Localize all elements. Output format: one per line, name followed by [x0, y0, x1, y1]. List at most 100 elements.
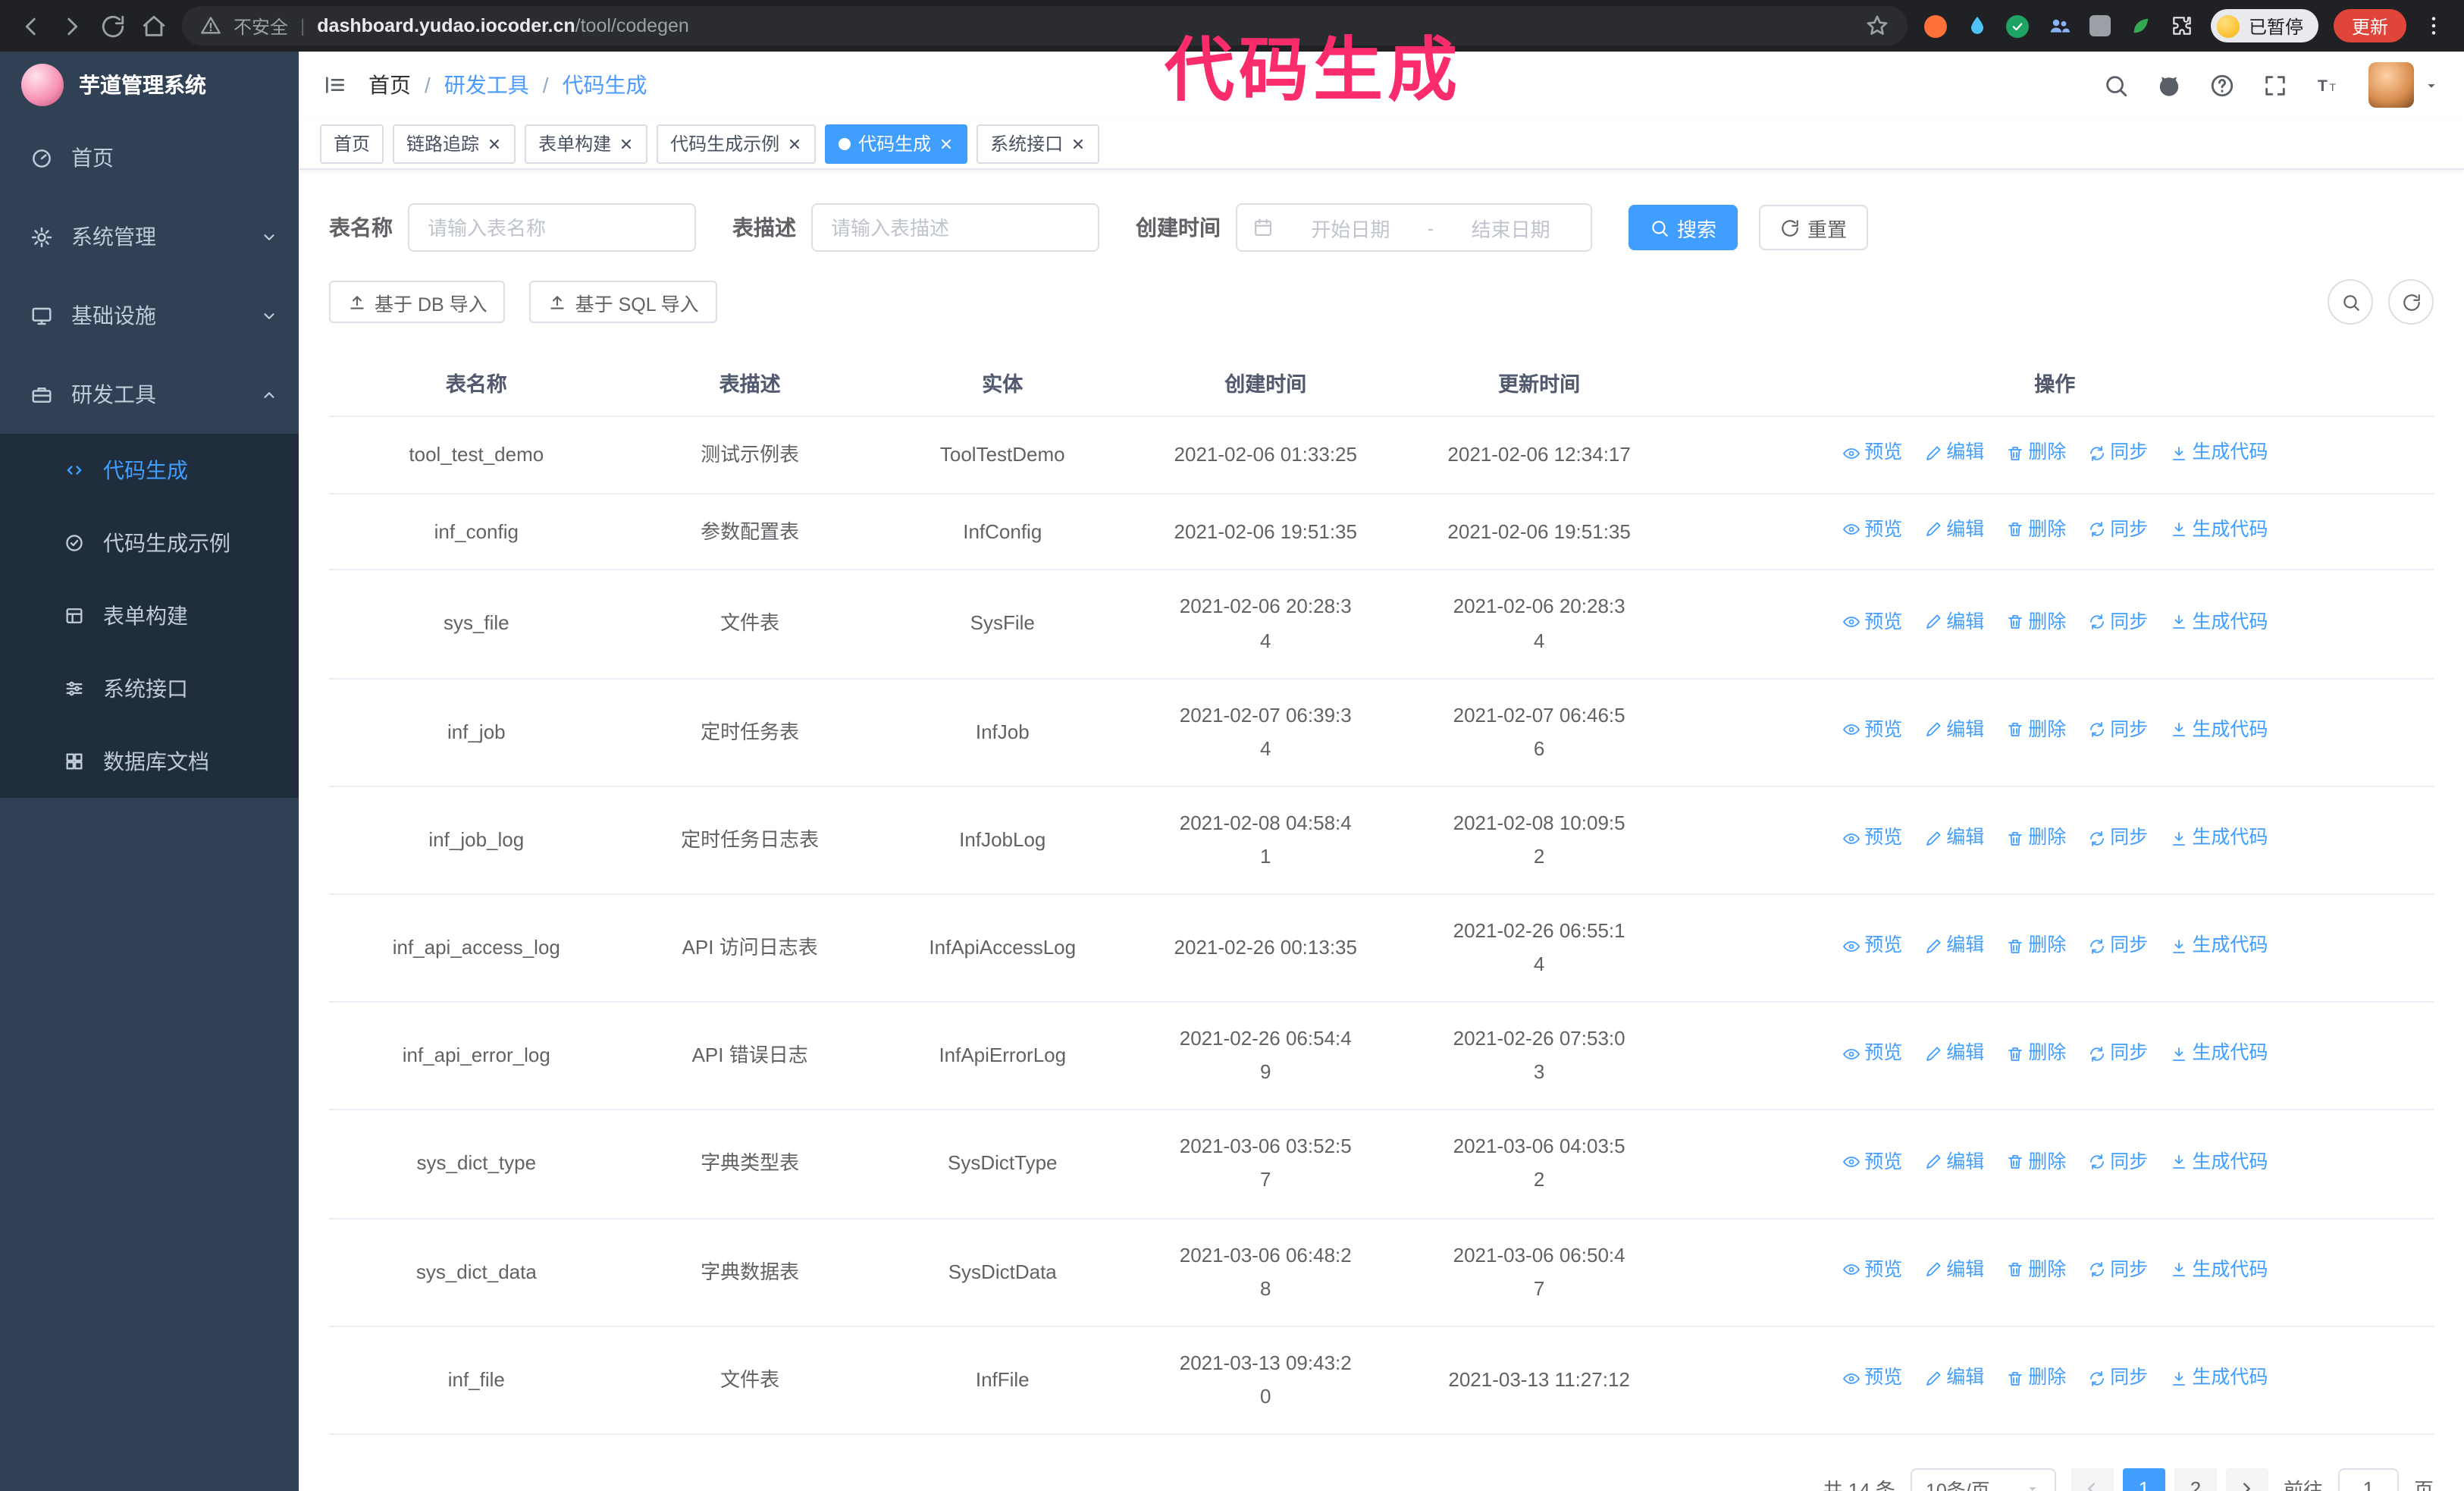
close-icon[interactable]: [1071, 136, 1086, 151]
edit-link[interactable]: 编辑: [1923, 437, 1984, 469]
preview-link[interactable]: 预览: [1842, 437, 1902, 469]
sidebar-item-系统管理[interactable]: 系统管理: [0, 197, 299, 276]
edit-link[interactable]: 编辑: [1923, 930, 1984, 962]
close-icon[interactable]: [787, 136, 802, 151]
update-button[interactable]: 更新: [2333, 9, 2406, 42]
generate-code-link[interactable]: 生成代码: [2169, 822, 2268, 855]
sidebar-item-首页[interactable]: 首页: [0, 118, 299, 197]
table-desc-input[interactable]: [811, 203, 1099, 252]
generate-code-link[interactable]: 生成代码: [2169, 1038, 2268, 1071]
preview-link[interactable]: 预览: [1842, 1254, 1902, 1287]
avatar[interactable]: [2368, 62, 2414, 108]
user-menu[interactable]: [2368, 62, 2440, 108]
home-icon[interactable]: [141, 13, 167, 39]
delete-link[interactable]: 删除: [2005, 714, 2066, 747]
delete-link[interactable]: 删除: [2005, 1146, 2066, 1179]
delete-link[interactable]: 删除: [2005, 513, 2066, 546]
edit-link[interactable]: 编辑: [1923, 1038, 1984, 1071]
close-icon[interactable]: [939, 136, 954, 151]
generate-code-link[interactable]: 生成代码: [2169, 513, 2268, 546]
edit-link[interactable]: 编辑: [1923, 1362, 1984, 1395]
app-logo[interactable]: 芋道管理系统: [0, 52, 299, 118]
delete-link[interactable]: 删除: [2005, 437, 2066, 469]
help-icon[interactable]: [2209, 72, 2235, 98]
tab-链路追踪[interactable]: 链路追踪: [393, 124, 516, 163]
import-sql-button[interactable]: 基于 SQL 导入: [529, 281, 717, 323]
table-name-input[interactable]: [408, 203, 696, 252]
sync-link[interactable]: 同步: [2087, 822, 2148, 855]
delete-link[interactable]: 删除: [2005, 822, 2066, 855]
preview-link[interactable]: 预览: [1842, 513, 1902, 546]
fox-extension-icon[interactable]: [1923, 12, 1950, 39]
preview-link[interactable]: 预览: [1842, 714, 1902, 747]
sidebar-item-研发工具[interactable]: 研发工具: [0, 355, 299, 434]
kebab-menu-icon[interactable]: [2422, 14, 2446, 38]
page-size-select[interactable]: 10条/页: [1910, 1467, 2056, 1491]
delete-link[interactable]: 删除: [2005, 1038, 2066, 1071]
sidebar-subitem-代码生成[interactable]: 代码生成: [0, 434, 299, 507]
generate-code-link[interactable]: 生成代码: [2169, 1254, 2268, 1287]
edit-link[interactable]: 编辑: [1923, 822, 1984, 855]
fullscreen-icon[interactable]: [2262, 72, 2288, 98]
font-size-icon[interactable]: [2315, 72, 2341, 98]
sidebar-subitem-代码生成示例[interactable]: 代码生成示例: [0, 507, 299, 579]
generate-code-link[interactable]: 生成代码: [2169, 930, 2268, 962]
close-icon[interactable]: [487, 136, 502, 151]
sync-link[interactable]: 同步: [2087, 1362, 2148, 1395]
delete-link[interactable]: 删除: [2005, 930, 2066, 962]
toggle-search-button[interactable]: [2328, 279, 2373, 325]
sidebar-collapse-icon[interactable]: [323, 73, 347, 97]
breadcrumb-tools[interactable]: 研发工具: [444, 70, 529, 100]
reset-button[interactable]: 重置: [1759, 205, 1869, 250]
delete-link[interactable]: 删除: [2005, 606, 2066, 639]
edit-link[interactable]: 编辑: [1923, 1146, 1984, 1179]
breadcrumb-home[interactable]: 首页: [368, 70, 411, 100]
edit-link[interactable]: 编辑: [1923, 714, 1984, 747]
tab-代码生成示例[interactable]: 代码生成示例: [657, 124, 817, 163]
bookmark-star-icon[interactable]: [1865, 14, 1889, 38]
forward-icon[interactable]: [59, 13, 85, 39]
tab-代码生成[interactable]: 代码生成: [825, 124, 968, 163]
sidebar-item-基础设施[interactable]: 基础设施: [0, 276, 299, 355]
puzzle-extension-icon[interactable]: [2168, 12, 2196, 39]
import-db-button[interactable]: 基于 DB 导入: [329, 281, 506, 323]
drop-extension-icon[interactable]: [1964, 12, 1991, 39]
sync-link[interactable]: 同步: [2087, 513, 2148, 546]
search-icon[interactable]: [2103, 72, 2129, 98]
generate-code-link[interactable]: 生成代码: [2169, 606, 2268, 639]
security-warning[interactable]: 不安全: [234, 13, 288, 39]
sidebar-subitem-系统接口[interactable]: 系统接口: [0, 652, 299, 725]
sync-link[interactable]: 同步: [2087, 714, 2148, 747]
delete-link[interactable]: 删除: [2005, 1254, 2066, 1287]
leaf-extension-icon[interactable]: [2127, 12, 2155, 39]
sidebar-subitem-表单构建[interactable]: 表单构建: [0, 579, 299, 652]
preview-link[interactable]: 预览: [1842, 1146, 1902, 1179]
people-extension-icon[interactable]: [2045, 12, 2073, 39]
close-icon[interactable]: [619, 136, 634, 151]
goto-page-input[interactable]: [2337, 1467, 2399, 1491]
next-page-button[interactable]: [2225, 1467, 2268, 1491]
generate-code-link[interactable]: 生成代码: [2169, 714, 2268, 747]
preview-link[interactable]: 预览: [1842, 1362, 1902, 1395]
edit-link[interactable]: 编辑: [1923, 1254, 1984, 1287]
preview-link[interactable]: 预览: [1842, 930, 1902, 962]
sync-link[interactable]: 同步: [2087, 930, 2148, 962]
sync-link[interactable]: 同步: [2087, 1038, 2148, 1071]
sidebar-subitem-数据库文档[interactable]: 数据库文档: [0, 725, 299, 798]
preview-link[interactable]: 预览: [1842, 606, 1902, 639]
date-range-picker[interactable]: 开始日期 - 结束日期: [1236, 203, 1592, 252]
tab-首页[interactable]: 首页: [320, 124, 384, 163]
sync-link[interactable]: 同步: [2087, 1254, 2148, 1287]
prev-page-button[interactable]: [2071, 1467, 2114, 1491]
check-extension-icon[interactable]: [2005, 12, 2032, 39]
generate-code-link[interactable]: 生成代码: [2169, 437, 2268, 469]
sync-link[interactable]: 同步: [2087, 1146, 2148, 1179]
back-icon[interactable]: [18, 13, 44, 39]
edit-link[interactable]: 编辑: [1923, 513, 1984, 546]
tab-系统接口[interactable]: 系统接口: [977, 124, 1100, 163]
preview-link[interactable]: 预览: [1842, 822, 1902, 855]
url-text[interactable]: dashboard.yudao.iocoder.cn/tool/codegen: [317, 15, 1853, 36]
delete-link[interactable]: 删除: [2005, 1362, 2066, 1395]
page-2-button[interactable]: 2: [2174, 1467, 2217, 1491]
address-bar[interactable]: 不安全 | dashboard.yudao.iocoder.cn/tool/co…: [182, 6, 1908, 46]
